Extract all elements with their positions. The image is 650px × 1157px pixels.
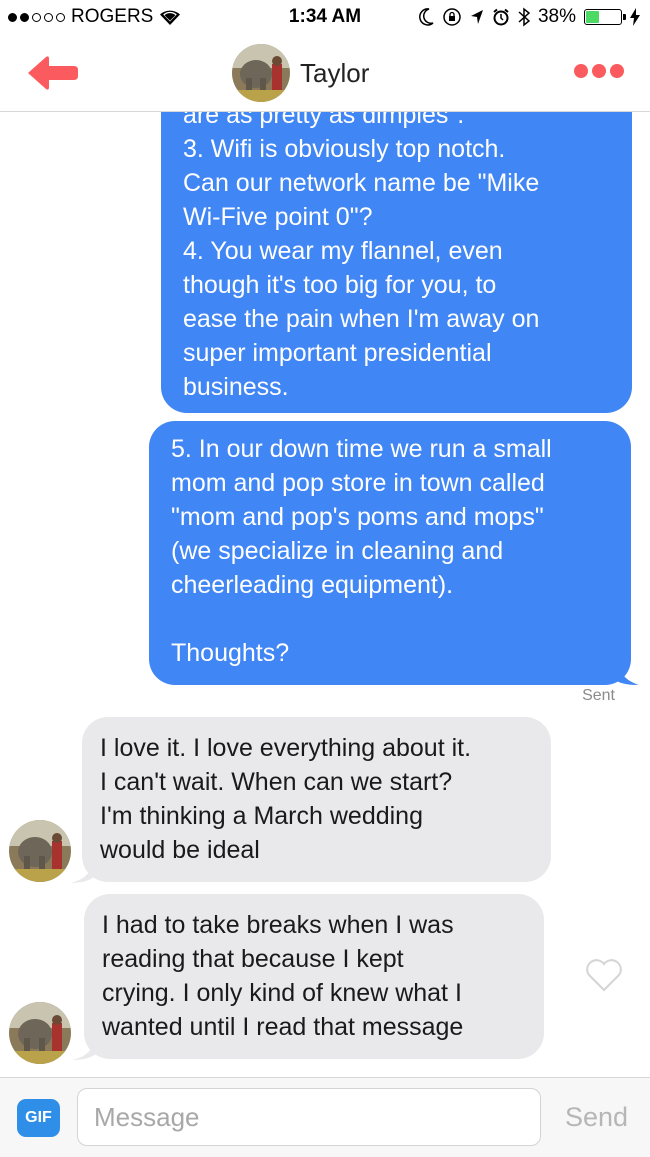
back-button[interactable] xyxy=(26,54,80,92)
message-thread[interactable]: are as pretty as dimples". 3. Wifi is ob… xyxy=(0,111,650,1077)
chat-header: Taylor xyxy=(0,34,650,112)
more-options-button[interactable] xyxy=(574,64,624,78)
incoming-message-bubble[interactable]: I had to take breaks when I was reading … xyxy=(84,894,544,1059)
moon-icon xyxy=(419,8,434,26)
compose-bar: GIF Send xyxy=(0,1077,650,1157)
more-dots-icon xyxy=(574,64,588,78)
battery-icon xyxy=(584,9,626,25)
message-input[interactable] xyxy=(77,1088,541,1146)
location-icon xyxy=(470,10,483,24)
send-button[interactable]: Send xyxy=(565,1102,628,1133)
contact-avatar-small[interactable] xyxy=(9,1002,71,1064)
back-arrow-icon xyxy=(28,56,78,90)
battery-percent: 38% xyxy=(537,6,576,27)
like-heart-icon[interactable] xyxy=(585,958,623,992)
contact-avatar[interactable] xyxy=(232,44,290,102)
bluetooth-icon xyxy=(518,7,530,27)
contact-avatar-small[interactable] xyxy=(9,820,71,882)
alarm-icon xyxy=(493,8,509,26)
battery-level xyxy=(586,11,599,23)
orientation-lock-icon xyxy=(443,8,461,26)
bubble-tail xyxy=(617,659,639,685)
outgoing-message-bubble[interactable]: 5. In our down time we run a small mom a… xyxy=(149,421,631,685)
gif-button[interactable]: GIF xyxy=(17,1099,60,1137)
contact-name[interactable]: Taylor xyxy=(300,58,369,89)
status-bar-right: 38% xyxy=(418,6,640,28)
delivery-status: Sent xyxy=(582,687,615,704)
incoming-message-bubble[interactable]: I love it. I love everything about it. I… xyxy=(82,717,551,882)
charging-bolt-icon xyxy=(630,8,640,26)
outgoing-message-bubble[interactable]: are as pretty as dimples". 3. Wifi is ob… xyxy=(161,111,632,413)
status-bar: ROGERS 1:34 AM 38% xyxy=(0,0,650,34)
